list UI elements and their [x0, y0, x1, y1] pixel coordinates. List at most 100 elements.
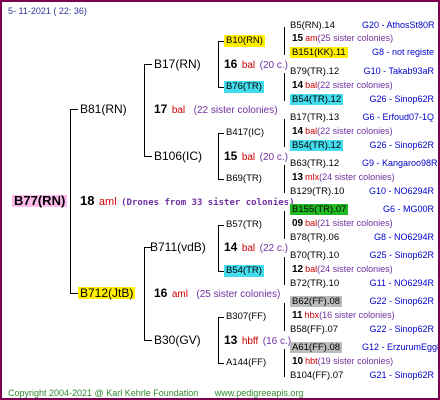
- leaf-name: B62(FF).08: [290, 296, 343, 307]
- leaf-row[interactable]: B54(TR).12 G26 - Sinop62R: [290, 93, 434, 106]
- leaf-row[interactable]: B54(TR).12 G26 - Sinop62R: [290, 139, 434, 152]
- gen3-queen-b307[interactable]: B307(FF): [226, 311, 266, 323]
- leaf-sisters: (25 sister colonies): [317, 33, 394, 43]
- gen3-b-sisters: (20 c.): [259, 152, 288, 163]
- leaf-sisters: (22 sister colonies): [317, 80, 393, 90]
- leaf-sisters: (19 sister colonies): [317, 356, 394, 366]
- leaf-bee: mlx: [305, 172, 320, 182]
- connector: [218, 179, 224, 180]
- leaf-row[interactable]: A61(FF).08 G12 - ErzurumEgg8: [290, 341, 438, 354]
- gen1-top-bee: bal: [171, 105, 186, 116]
- leaf-row[interactable]: B151(KK).11 G8 - not registe: [290, 46, 434, 59]
- date-stamp: 5- 11-2021 ( 22: 36): [8, 6, 87, 16]
- gen1-top-sisters: (22 sister colonies): [193, 105, 278, 116]
- connector: [218, 317, 224, 318]
- leaf-row[interactable]: B72(TR).10 G11 - NO6294R: [290, 277, 434, 290]
- gen2-queen-b711[interactable]: B711(vdB): [150, 241, 206, 253]
- leaf-row: 13 mlx(24 sister colonies): [292, 171, 395, 184]
- leaf-row[interactable]: B129(TR).10 G10 - NO6294R: [290, 185, 434, 198]
- connector: [218, 133, 224, 134]
- leaf-name: B63(TR).12: [290, 158, 340, 169]
- footer: Copyright 2004-2021 @ Karl Kehrle Founda…: [8, 387, 317, 398]
- leaf-row[interactable]: B58(FF).07 G22 - Sinop62R: [290, 323, 434, 336]
- gen3-queen-b54[interactable]: B54(TR): [224, 265, 264, 277]
- leaf-info: G26 - Sinop62R: [369, 140, 434, 150]
- leaf-info: G10 - Takab93aR: [363, 66, 434, 76]
- leaf-info: G6 - MG00R: [382, 204, 434, 214]
- leaf-row[interactable]: B70(TR).10 G25 - Sinop62R: [290, 249, 434, 262]
- root-queen[interactable]: B77(RN): [12, 194, 68, 207]
- connector: [284, 27, 285, 55]
- leaf-info: G20 - AthosSt80R: [362, 20, 435, 30]
- connector: [284, 165, 285, 193]
- gen3-queen-a144[interactable]: A144(FF): [226, 357, 266, 369]
- leaf-row[interactable]: B155(TR).07 G6 - MG00R: [290, 203, 434, 216]
- leaf-sisters: (24 sister colonies): [319, 172, 395, 182]
- leaf-info: G26 - Sinop62R: [369, 94, 434, 104]
- gen2-queen-b17[interactable]: B17(RN): [154, 58, 201, 70]
- connector: [144, 64, 145, 156]
- leaf-row[interactable]: B104(FF).07 G21 - Sinop62R: [290, 369, 434, 382]
- gen1-queen-b712[interactable]: B712(JtB): [78, 287, 136, 299]
- gen2-queen-b30[interactable]: B30(GV): [154, 334, 201, 346]
- gen3-d-bee: hbff: [241, 336, 259, 347]
- gen2-c-mating: 14 bal (22 c.): [224, 241, 288, 255]
- gen3-b-bee: bal: [241, 152, 256, 163]
- leaf-row: 12 bal(24 sister colonies): [292, 263, 393, 276]
- leaf-info: G6 - Erfoud07-1Q: [362, 112, 434, 122]
- gen3-queen-b10[interactable]: B10(RN): [224, 35, 265, 47]
- connector: [284, 73, 285, 101]
- leaf-sisters: (24 sister colonies): [317, 264, 393, 274]
- leaf-name: B129(TR).10: [290, 186, 345, 197]
- gen3-d-num: 13: [224, 333, 238, 347]
- leaf-row[interactable]: B5(RN).14 G20 - AthosSt80R: [290, 19, 435, 32]
- gen1-bottom-num: 16: [154, 286, 168, 300]
- connector: [284, 303, 285, 331]
- leaf-info: G8 - NO6294R: [373, 232, 434, 242]
- site-link[interactable]: www.pedigreeapis.org: [215, 388, 304, 398]
- leaf-num: 13: [292, 172, 304, 183]
- gen3-queen-b69[interactable]: B69(TR): [226, 173, 262, 185]
- gen3-queen-b57[interactable]: B57(TR): [226, 219, 262, 231]
- connector: [284, 257, 285, 285]
- gen3-a-sisters: (20 c.): [259, 60, 288, 71]
- copyright-text: Copyright 2004-2021 @ Karl Kehrle Founda…: [8, 388, 199, 398]
- leaf-name: B79(TR).12: [290, 66, 340, 77]
- leaf-row: 09 bal(21 sister colonies): [292, 217, 393, 230]
- gen2-queen-b106[interactable]: B106(IC): [154, 150, 202, 162]
- leaf-row[interactable]: B62(FF).08 G22 - Sinop62R: [290, 295, 434, 308]
- connector: [284, 119, 285, 147]
- leaf-row[interactable]: B63(TR).12 G9 - Kangaroo98R: [290, 157, 438, 170]
- leaf-row: 11 hbx(16 sister colonies): [292, 309, 395, 322]
- connector: [70, 109, 71, 293]
- leaf-row[interactable]: B78(TR).06 G8 - NO6294R: [290, 231, 434, 244]
- leaf-name: B155(TR).07: [290, 204, 349, 215]
- leaf-sisters: (22 sister colonies): [317, 126, 393, 136]
- leaf-bee: bal: [305, 218, 318, 228]
- leaf-row[interactable]: B17(TR).13 G6 - Erfoud07-1Q: [290, 111, 434, 124]
- leaf-name: B78(TR).06: [290, 232, 340, 243]
- connector: [144, 156, 152, 157]
- pedigree-tree: 5- 11-2021 ( 22: 36) B77(RN) 18 aml (Dro…: [0, 0, 440, 400]
- leaf-num: 12: [292, 264, 304, 275]
- leaf-name: B58(FF).07: [290, 324, 339, 335]
- leaf-row: 10 hbt(19 sister colonies): [292, 355, 393, 368]
- gen3-d-mating: 13 hbff (16 c.): [224, 334, 291, 348]
- leaf-info: G8 - not registe: [371, 47, 434, 57]
- gen3-queen-b417[interactable]: B417(IC): [226, 127, 264, 139]
- leaf-row[interactable]: B79(TR).12 G10 - Takab93aR: [290, 65, 434, 78]
- leaf-name: A61(FF).08: [290, 342, 343, 353]
- leaf-name: B54(TR).12: [290, 94, 344, 105]
- connector: [70, 109, 78, 110]
- leaf-info: G11 - NO6294R: [369, 278, 434, 288]
- leaf-num: 14: [292, 126, 304, 137]
- root-mating: 18 aml (Drones from 33 sister colonies): [80, 194, 295, 209]
- leaf-info: G25 - Sinop62R: [369, 250, 434, 260]
- gen3-d-sisters: (16 c.): [262, 336, 292, 347]
- gen1-top-num: 17: [154, 102, 168, 116]
- gen3-queen-b76[interactable]: B76(TR): [224, 81, 264, 93]
- gen1-queen-b81[interactable]: B81(RN): [80, 103, 127, 115]
- leaf-num: 15: [292, 33, 304, 44]
- gen1-top-mating: 17 bal (22 sister colonies): [154, 103, 278, 117]
- leaf-sisters: (16 sister colonies): [319, 310, 395, 320]
